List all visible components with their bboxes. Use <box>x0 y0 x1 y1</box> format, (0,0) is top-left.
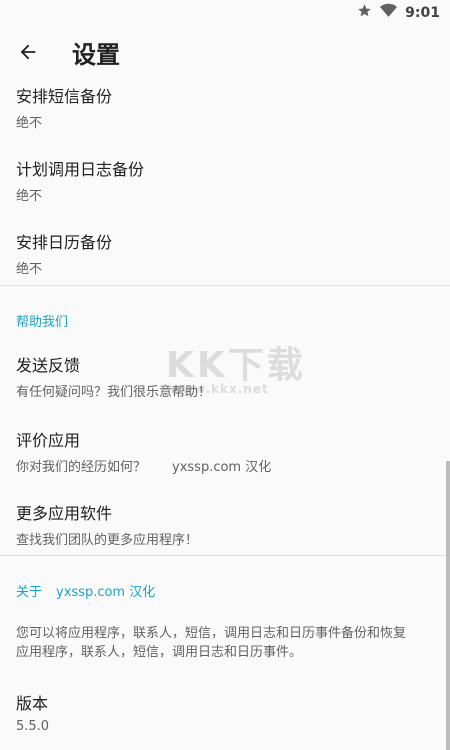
translation-credit: yxssp.com 汉化 <box>172 460 272 475</box>
divider <box>0 555 450 556</box>
status-icons: 9:01 <box>357 3 440 22</box>
pref-version[interactable]: 版本 5.5.0 <box>16 690 49 734</box>
wifi-icon <box>380 3 398 22</box>
category-about-label: 关于 <box>16 585 43 600</box>
pref-summary: 你对我们的经历如何？ yxssp.com 汉化 <box>16 456 271 475</box>
category-about: 关于 yxssp.com 汉化 <box>16 581 169 600</box>
toolbar: 设置 <box>0 24 450 80</box>
pref-summary: 绝不 <box>16 116 43 131</box>
pref-summary: 查找我们团队的更多应用程序！ <box>16 533 199 548</box>
about-description: 您可以将应用程序，联系人，短信，调用日志和日历事件备份和恢复应用程序，联系人，短… <box>16 624 416 662</box>
pref-schedule-calllog-backup[interactable]: 计划调用日志备份 绝不 <box>16 156 144 204</box>
back-button[interactable] <box>14 38 42 66</box>
translation-credit: yxssp.com 汉化 <box>56 585 156 600</box>
star-icon <box>357 3 372 22</box>
pref-summary: 绝不 <box>16 189 43 204</box>
pref-schedule-sms-backup[interactable]: 安排短信备份 绝不 <box>16 83 112 131</box>
pref-title: 发送反馈 <box>16 356 81 375</box>
page-title: 设置 <box>72 41 120 69</box>
scrollbar[interactable] <box>446 461 450 750</box>
pref-title: 评价应用 <box>16 431 81 450</box>
pref-summary: 绝不 <box>16 262 43 277</box>
pref-title: 版本 <box>16 694 49 713</box>
divider <box>0 285 450 286</box>
pref-title: 更多应用软件 <box>16 504 113 523</box>
status-bar: 9:01 <box>0 0 450 24</box>
arrow-back-icon <box>20 44 36 60</box>
pref-summary: 5.5.0 <box>16 719 50 734</box>
pref-schedule-calendar-backup[interactable]: 安排日历备份 绝不 <box>16 229 112 277</box>
status-time: 9:01 <box>405 4 440 21</box>
pref-send-feedback[interactable]: 发送反馈 有任何疑问吗？我们很乐意帮助！ <box>16 352 211 400</box>
pref-title: 安排日历备份 <box>16 233 113 252</box>
pref-more-apps[interactable]: 更多应用软件 查找我们团队的更多应用程序！ <box>16 500 198 548</box>
about-description-text: 您可以将应用程序，联系人，短信，调用日志和日历事件备份和恢复应用程序，联系人，短… <box>16 626 407 660</box>
pref-summary: 有任何疑问吗？我们很乐意帮助！ <box>16 385 212 400</box>
category-help-us: 帮助我们 <box>16 315 69 330</box>
pref-title: 计划调用日志备份 <box>16 160 145 179</box>
pref-title: 安排短信备份 <box>16 87 113 106</box>
pref-rate-app[interactable]: 评价应用 你对我们的经历如何？ yxssp.com 汉化 <box>16 427 271 475</box>
pref-summary-text: 你对我们的经历如何？ <box>16 460 147 475</box>
